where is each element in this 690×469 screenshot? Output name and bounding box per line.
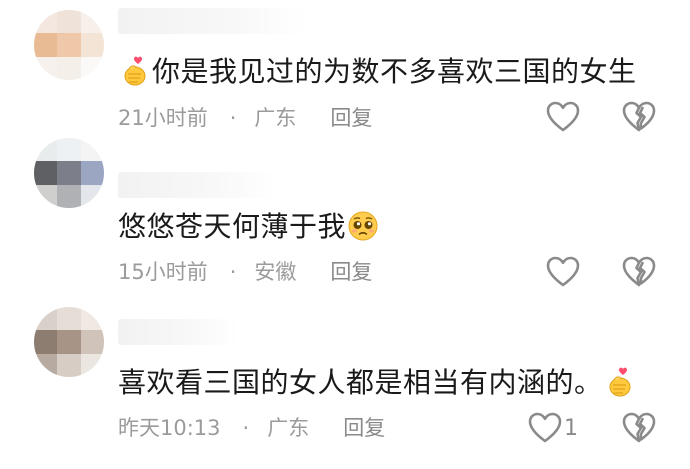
heart-icon xyxy=(528,412,562,444)
comment-location: 广东 xyxy=(254,106,297,130)
dislike-button[interactable] xyxy=(622,101,656,133)
comment-list: 你是我见过的为数不多喜欢三国的女生 21小时前 · 广东 回复 悠悠苍天何薄于我 15… xyxy=(0,0,690,469)
comment-time: 15小时前 xyxy=(118,260,208,284)
avatar[interactable] xyxy=(34,307,104,377)
pleading-face-emoji xyxy=(347,210,379,242)
comment-text: 悠悠苍天何薄于我 xyxy=(118,209,380,245)
like-button[interactable]: 1 xyxy=(528,412,578,444)
meta-separator: · xyxy=(242,416,250,440)
comment-item: 悠悠苍天何薄于我 15小时前 · 安徽 回复 xyxy=(0,138,690,305)
comment-meta: 15小时前 · 安徽 回复 xyxy=(118,258,372,286)
comment-location: 广东 xyxy=(267,416,310,440)
dislike-button[interactable] xyxy=(622,412,656,444)
comment-meta: 昨天10:13 · 广东 回复 xyxy=(118,414,385,442)
like-button[interactable] xyxy=(546,101,582,133)
comment-body: 你是我见过的为数不多喜欢三国的女生 xyxy=(152,55,637,88)
dislike-button[interactable] xyxy=(622,256,656,288)
reply-button[interactable]: 回复 xyxy=(343,416,385,440)
username-blurred[interactable] xyxy=(118,172,278,198)
comment-item: 喜欢看三国的女人都是相当有内涵的。 昨天10:13 · 广东 回复 1 xyxy=(0,305,690,469)
meta-separator: · xyxy=(229,260,237,284)
heart-icon xyxy=(546,256,580,288)
heart-icon xyxy=(546,101,580,133)
avatar[interactable] xyxy=(34,10,104,80)
finger-heart-emoji xyxy=(604,366,636,398)
meta-separator: · xyxy=(229,106,237,130)
broken-heart-icon xyxy=(622,256,656,288)
comment-text: 喜欢看三国的女人都是相当有内涵的。 xyxy=(118,365,637,401)
like-button[interactable] xyxy=(546,256,582,288)
username-blurred[interactable] xyxy=(118,8,308,34)
comment-item: 你是我见过的为数不多喜欢三国的女生 21小时前 · 广东 回复 xyxy=(0,0,690,150)
broken-heart-icon xyxy=(622,412,656,444)
comment-text: 你是我见过的为数不多喜欢三国的女生 xyxy=(118,54,637,90)
username-blurred[interactable] xyxy=(118,319,238,345)
reply-button[interactable]: 回复 xyxy=(330,106,372,130)
comment-location: 安徽 xyxy=(254,260,297,284)
avatar[interactable] xyxy=(34,138,104,208)
reply-button[interactable]: 回复 xyxy=(330,260,372,284)
comment-time: 21小时前 xyxy=(118,106,208,130)
comment-time: 昨天10:13 xyxy=(118,416,221,440)
broken-heart-icon xyxy=(622,101,656,133)
comment-meta: 21小时前 · 广东 回复 xyxy=(118,104,372,132)
comment-body: 悠悠苍天何薄于我 xyxy=(118,210,347,243)
comment-body: 喜欢看三国的女人都是相当有内涵的。 xyxy=(118,366,603,399)
finger-heart-emoji xyxy=(119,55,151,87)
like-count: 1 xyxy=(564,415,578,441)
